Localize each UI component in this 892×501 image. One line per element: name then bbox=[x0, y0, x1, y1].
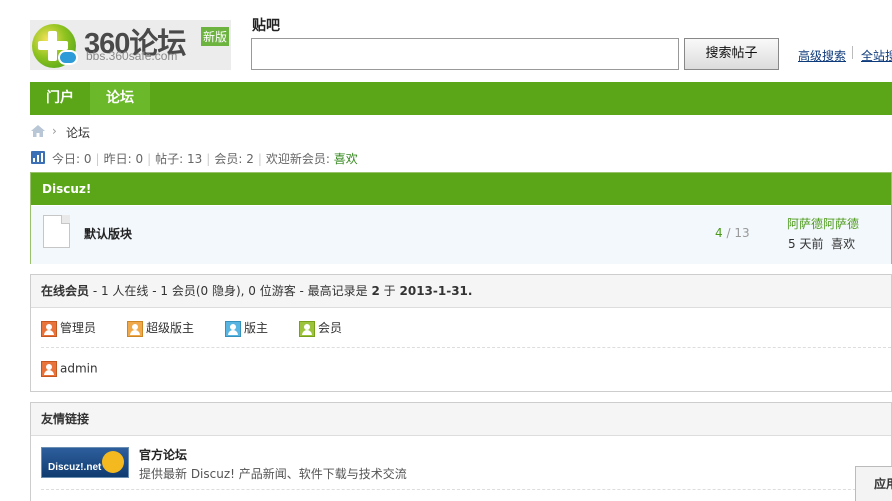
site-logo[interactable]: 360论坛 新版 bbs.360safe.com bbox=[30, 20, 231, 70]
friend-link-description: 提供最新 Discuz! 产品新闻、软件下载与技术交流 bbox=[139, 467, 407, 481]
stat-posts: 13 bbox=[187, 152, 203, 166]
forum-name-link[interactable]: 默认版块 bbox=[84, 225, 132, 242]
site-search-link[interactable]: 全站搜 bbox=[861, 47, 892, 64]
main-nav: 门户 论坛 bbox=[30, 82, 892, 115]
forum-counts: 4 / 13 bbox=[715, 226, 750, 240]
logo-url: bbs.360safe.com bbox=[86, 49, 178, 63]
legend-member: 会员 bbox=[299, 319, 342, 337]
legend-admin: 管理员 bbox=[41, 319, 96, 337]
forum-document-icon bbox=[43, 215, 70, 248]
online-user[interactable]: admin bbox=[41, 361, 98, 377]
forum-category-title[interactable]: Discuz! bbox=[31, 173, 891, 205]
post-count: 13 bbox=[734, 226, 750, 240]
last-post-meta: 5 天前 喜欢 bbox=[788, 235, 855, 252]
super-moderator-user-icon bbox=[127, 320, 143, 337]
friend-links-box: 友情链接 Discuz!.net 官方论坛 提供最新 Discuz! 产品新闻、… bbox=[30, 402, 892, 501]
forum-category-box: Discuz! 默认版块 4 / 13 阿萨德阿萨德 5 天前 喜欢 bbox=[30, 172, 892, 264]
last-post-link[interactable]: 阿萨德阿萨德 bbox=[787, 215, 859, 232]
forum-row: 默认版块 4 / 13 阿萨德阿萨德 5 天前 喜欢 bbox=[31, 206, 891, 264]
nav-item-forum[interactable]: 论坛 bbox=[90, 82, 150, 115]
online-members-box: 在线会员 - 1 人在线 - 1 会员(0 隐身), 0 位游客 - 最高记录是… bbox=[30, 274, 892, 392]
stat-today: 0 bbox=[83, 152, 92, 166]
home-icon[interactable] bbox=[31, 125, 45, 137]
newest-member-link[interactable]: 喜欢 bbox=[334, 152, 358, 166]
search-button[interactable]: 搜索帖子 bbox=[684, 38, 779, 70]
nav-item-portal[interactable]: 门户 bbox=[30, 82, 90, 115]
admin-user-icon bbox=[41, 320, 57, 337]
forum-stats: 今日: 0 | 昨日: 0 | 帖子: 13 | 会员: 2 | 欢迎新会员: 喜欢 bbox=[52, 152, 358, 166]
logo-badge: 新版 bbox=[201, 27, 230, 46]
last-post-time: 5 天前 bbox=[788, 237, 824, 251]
legend-super-moderator: 超级版主 bbox=[127, 319, 194, 337]
link-divider bbox=[852, 46, 853, 59]
breadcrumb-chevron-icon: › bbox=[52, 124, 57, 138]
divider bbox=[41, 489, 891, 490]
friend-link-title[interactable]: 官方论坛 bbox=[139, 446, 187, 463]
stat-yesterday: 0 bbox=[135, 152, 144, 166]
apps-button[interactable]: 应用 bbox=[855, 466, 892, 501]
last-post-user[interactable]: 喜欢 bbox=[831, 237, 855, 251]
moderator-user-icon bbox=[225, 320, 241, 337]
breadcrumb-current[interactable]: 论坛 bbox=[66, 124, 90, 141]
friend-links-title: 友情链接 bbox=[31, 403, 891, 436]
divider bbox=[41, 347, 891, 348]
online-members-header: 在线会员 - 1 人在线 - 1 会员(0 隐身), 0 位游客 - 最高记录是… bbox=[31, 275, 891, 308]
stat-members: 2 bbox=[246, 152, 254, 166]
thread-count: 4 bbox=[715, 226, 723, 240]
admin-user-icon bbox=[41, 361, 57, 377]
advanced-search-link[interactable]: 高级搜索 bbox=[798, 47, 846, 64]
search-scope-label: 贴吧 bbox=[252, 18, 280, 34]
stats-chart-icon bbox=[31, 151, 45, 164]
member-user-icon bbox=[299, 320, 315, 337]
chat-bubble-icon bbox=[58, 50, 78, 65]
online-title: 在线会员 bbox=[41, 284, 90, 298]
online-user-name: admin bbox=[60, 361, 98, 376]
legend-moderator: 版主 bbox=[225, 319, 268, 337]
search-input[interactable] bbox=[251, 38, 679, 70]
discuz-logo-image[interactable]: Discuz!.net bbox=[41, 447, 129, 478]
